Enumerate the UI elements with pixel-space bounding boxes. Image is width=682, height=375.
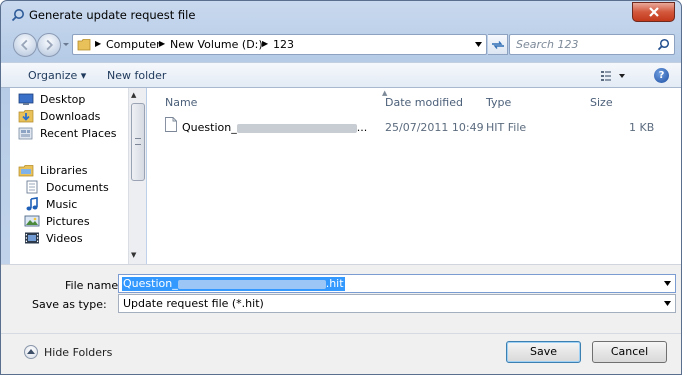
navigation-pane: Desktop Downloads Recent Places Librarie…	[10, 88, 146, 264]
close-button[interactable]	[632, 2, 675, 22]
breadcrumb-computer[interactable]: Computer	[106, 38, 161, 51]
column-header-size[interactable]: Size	[590, 96, 613, 109]
file-date-cell: 25/07/2011 10:49	[385, 121, 484, 134]
breadcrumb-folder[interactable]: 123	[273, 38, 294, 51]
recent-pages-chevron-icon[interactable]	[62, 41, 70, 49]
search-box[interactable]: Search 123	[509, 34, 675, 55]
hide-folders-label: Hide Folders	[44, 345, 113, 359]
save-type-select[interactable]: Update request file (*.hit)	[118, 294, 676, 313]
file-list: ▲ Name Date modified Type Size Question_…	[147, 88, 681, 264]
refresh-button[interactable]	[488, 34, 508, 55]
desktop-icon	[18, 93, 34, 105]
window-title: Generate update request file	[29, 8, 196, 22]
help-button[interactable]: ?	[654, 68, 669, 83]
breadcrumb-separator-icon: ▶	[262, 39, 269, 48]
nav-item-videos[interactable]: Videos	[24, 230, 83, 246]
breadcrumb-separator-icon: ▶	[159, 39, 166, 48]
folder-icon	[77, 39, 91, 51]
scroll-grip-icon	[135, 138, 141, 145]
music-icon	[26, 197, 38, 211]
column-header-type[interactable]: Type	[486, 96, 511, 109]
chevron-up-icon	[24, 345, 38, 359]
breadcrumb-volume[interactable]: New Volume (D:)	[170, 38, 263, 51]
hide-folders-button[interactable]: Hide Folders	[24, 345, 112, 359]
chevron-down-icon[interactable]	[664, 281, 671, 286]
column-header-date[interactable]: Date modified	[385, 96, 463, 109]
nav-item-documents[interactable]: Documents	[24, 179, 109, 195]
scroll-down-icon[interactable]: ▼	[131, 251, 136, 259]
pictures-icon	[24, 215, 40, 227]
file-name-selection: Question_ .hit	[122, 277, 345, 291]
save-form: File name: Question_ .hit Save as type: U…	[1, 264, 681, 374]
save-type-value: Update request file (*.hit)	[123, 297, 264, 310]
breadcrumb-separator-icon: ▶	[95, 39, 102, 48]
forward-button[interactable]	[37, 33, 61, 57]
recent-places-icon	[18, 127, 33, 140]
file-size-cell: 1 KB	[629, 121, 655, 134]
file-icon	[165, 117, 177, 132]
address-row: ▶ Computer ▶ New Volume (D:) ▶ 123 Searc…	[1, 28, 681, 62]
file-name-field[interactable]: Question_ .hit	[118, 274, 676, 293]
arrow-right-icon	[46, 39, 54, 51]
file-name-label: File name:	[65, 279, 122, 292]
nav-item-recent-places[interactable]: Recent Places	[18, 125, 117, 141]
documents-icon	[26, 180, 38, 194]
nav-item-downloads[interactable]: Downloads	[18, 108, 100, 124]
save-type-label: Save as type:	[32, 298, 107, 311]
command-toolbar: Organize ▾ New folder ?	[1, 62, 681, 88]
save-button[interactable]: Save	[506, 341, 581, 363]
column-header-name[interactable]: Name	[165, 96, 197, 109]
close-icon	[648, 7, 659, 17]
nav-item-pictures[interactable]: Pictures	[24, 213, 90, 229]
save-file-dialog: Generate update request file ▶ Computer …	[0, 0, 682, 375]
chevron-down-icon[interactable]	[475, 42, 482, 48]
divider	[1, 333, 681, 334]
search-input[interactable]: Search 123	[516, 38, 579, 51]
videos-icon	[25, 232, 39, 244]
title-bar: Generate update request file	[1, 1, 681, 28]
downloads-icon	[18, 110, 34, 123]
back-button[interactable]	[13, 33, 37, 57]
nav-item-libraries[interactable]: Libraries	[18, 162, 88, 178]
nav-item-desktop[interactable]: Desktop	[18, 91, 85, 107]
search-icon	[657, 38, 670, 51]
chevron-down-icon[interactable]	[664, 301, 671, 306]
redacted-text	[236, 123, 357, 133]
nav-item-music[interactable]: Music	[24, 196, 77, 212]
address-bar[interactable]: ▶ Computer ▶ New Volume (D:) ▶ 123	[72, 34, 487, 55]
file-name-cell: Question_...	[182, 121, 368, 134]
arrow-left-icon	[20, 39, 28, 51]
view-options-icon[interactable]	[599, 69, 629, 83]
search-app-icon	[11, 9, 24, 22]
organize-button[interactable]: Organize ▾	[28, 69, 86, 82]
new-folder-button[interactable]: New folder	[107, 69, 166, 82]
file-type-cell: HIT File	[486, 121, 527, 134]
scroll-up-icon[interactable]: ▲	[131, 91, 136, 99]
redacted-text	[177, 279, 326, 289]
refresh-icon	[491, 40, 504, 49]
cancel-button[interactable]: Cancel	[592, 341, 667, 363]
libraries-icon	[18, 165, 34, 177]
